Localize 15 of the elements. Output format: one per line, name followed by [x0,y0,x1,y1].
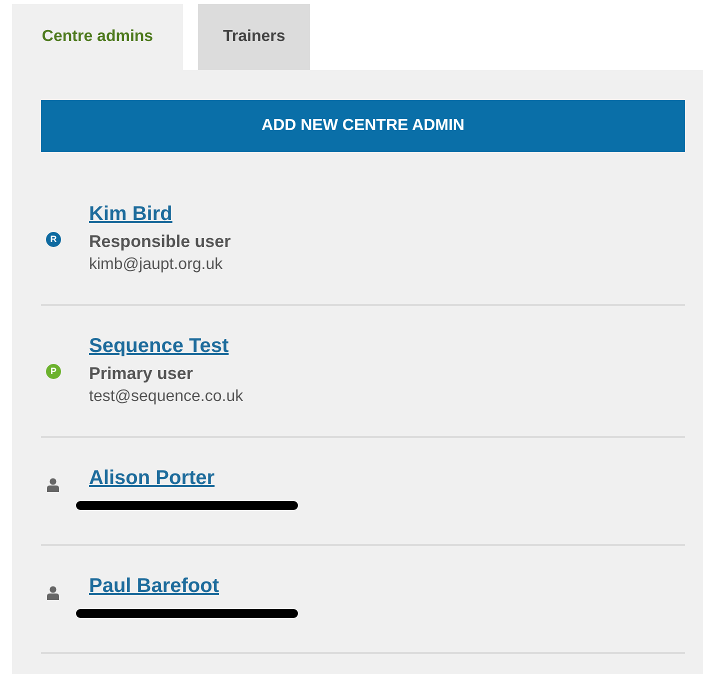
user-icon [47,478,59,492]
role-badge: P [46,364,61,378]
user-name-link[interactable]: Alison Porter [89,466,215,490]
user-role: Primary user [89,363,194,385]
user-name-link[interactable]: Sequence Test [89,334,229,358]
user-email: test@sequence.co.uk [89,387,244,407]
user-name-link[interactable]: Kim Bird [89,202,172,226]
tab[interactable]: Trainers [198,4,310,70]
user-icon [47,586,59,600]
user-name-link[interactable]: Paul Barefoot [89,574,220,598]
tab[interactable]: Centre admins [12,4,183,70]
user-role: Responsible user [89,231,231,253]
role-badge: R [46,232,61,246]
user-email: kimb@jaupt.org.uk [89,255,224,275]
add-admin-button[interactable]: ADD NEW CENTRE ADMIN [41,100,685,152]
